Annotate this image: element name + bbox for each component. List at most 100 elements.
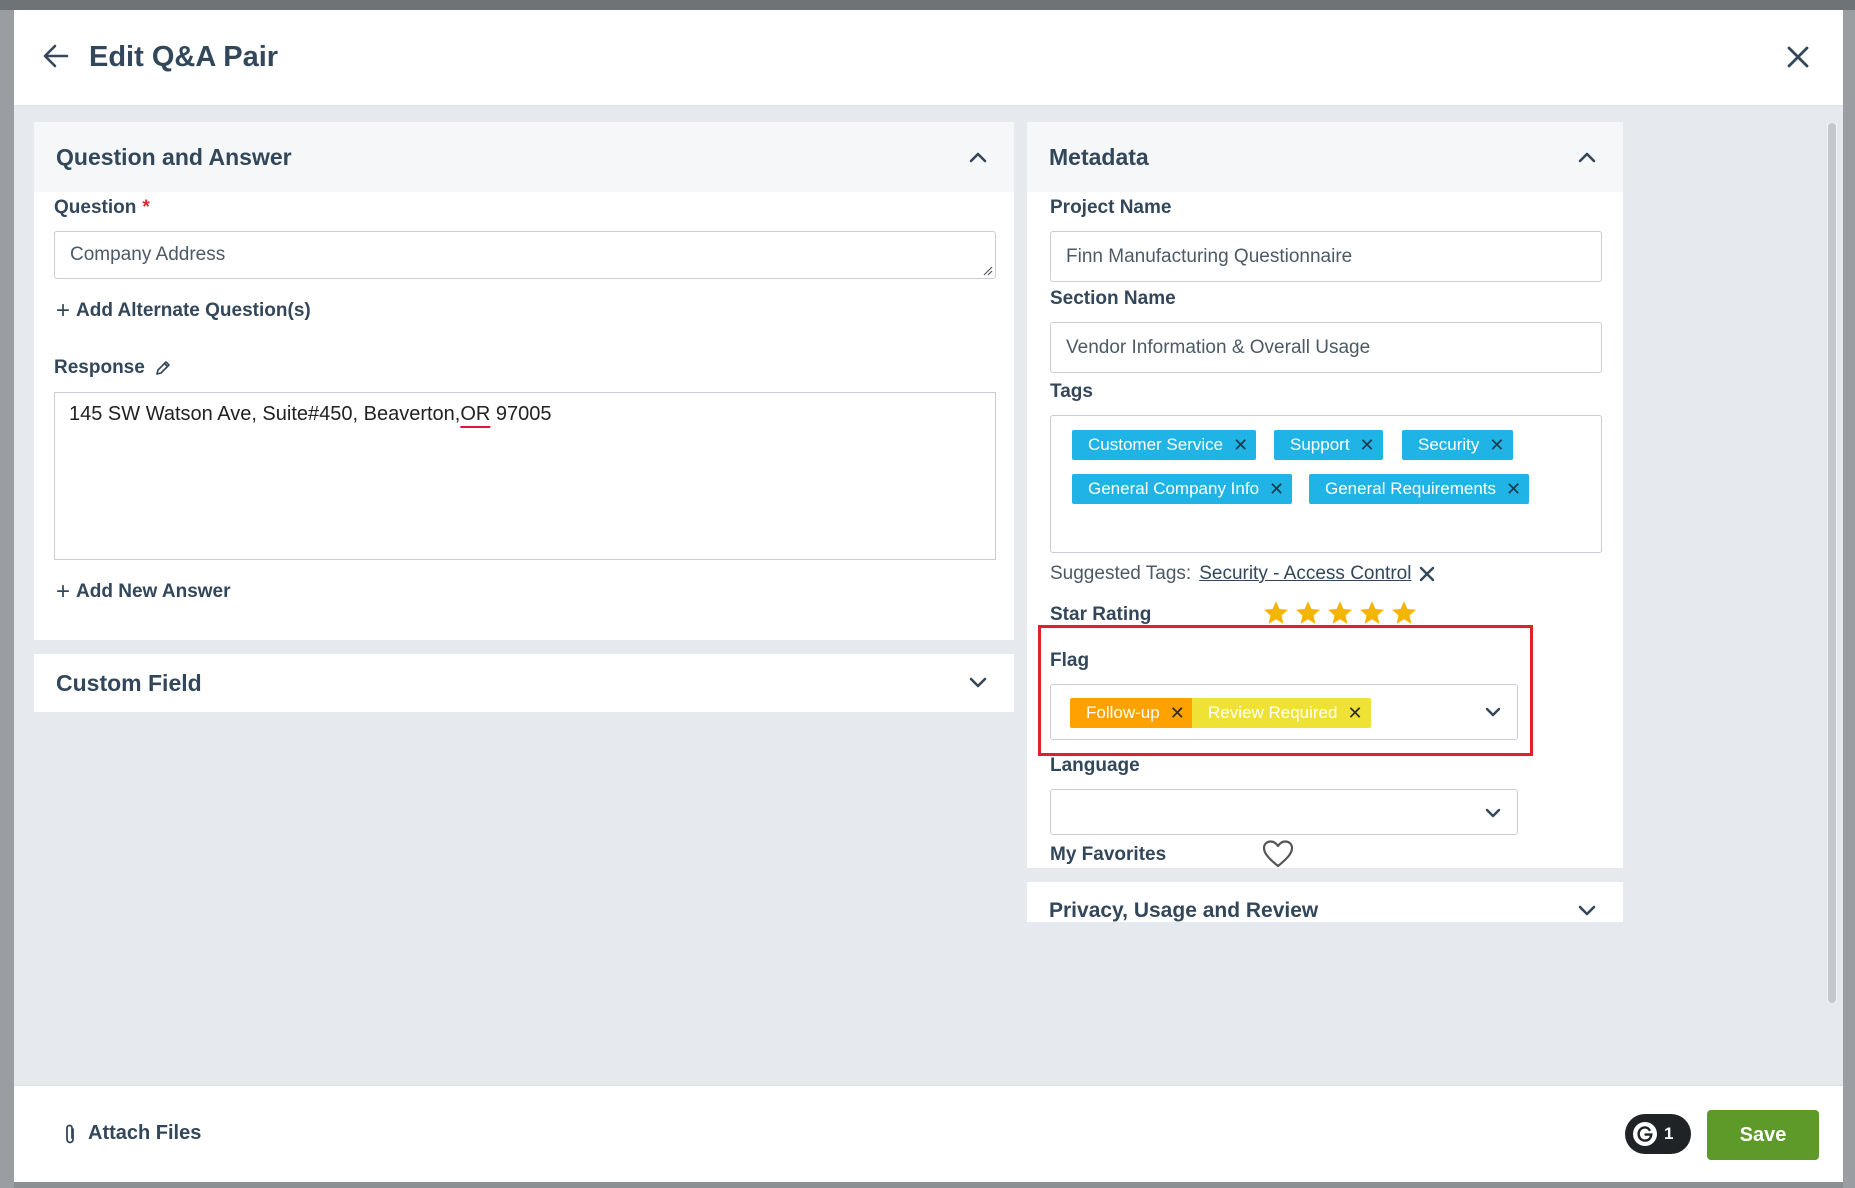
remove-flag-icon[interactable]: ✕ bbox=[1347, 703, 1362, 724]
dismiss-suggestion-icon[interactable] bbox=[1419, 566, 1435, 582]
tag-label: General Requirements bbox=[1325, 479, 1497, 498]
panel-title: Metadata bbox=[1049, 143, 1149, 170]
remove-tag-icon[interactable]: ✕ bbox=[1506, 479, 1521, 500]
flag-select[interactable]: Follow-up ✕ Review Required ✕ bbox=[1050, 684, 1518, 740]
panel-title: Privacy, Usage and Review bbox=[1049, 899, 1319, 922]
remove-tag-icon[interactable]: ✕ bbox=[1489, 435, 1504, 456]
tag-label: Security bbox=[1418, 435, 1480, 454]
panel-title: Question and Answer bbox=[56, 143, 292, 170]
back-button[interactable] bbox=[40, 40, 72, 72]
chevron-up-icon[interactable] bbox=[966, 145, 990, 169]
response-label: Response bbox=[54, 357, 171, 379]
question-answer-panel: Question and Answer Question * Company Ad… bbox=[34, 122, 1014, 640]
paperclip-icon bbox=[66, 1124, 74, 1143]
edit-qa-modal: Edit Q&A Pair Question and Answer Questi… bbox=[14, 10, 1843, 1182]
tag-label: Support bbox=[1290, 435, 1350, 454]
add-alternate-question-button[interactable]: + Add Alternate Question(s) bbox=[56, 297, 311, 324]
background-topbar bbox=[0, 0, 1855, 10]
flag-chip-review-required: Review Required ✕ bbox=[1192, 698, 1371, 728]
tag-label: Customer Service bbox=[1088, 435, 1224, 454]
flag-label-text: Follow-up bbox=[1086, 703, 1160, 722]
privacy-usage-review-panel: Privacy, Usage and Review bbox=[1027, 882, 1623, 922]
question-input[interactable]: Company Address bbox=[54, 231, 996, 279]
suggested-tags-label: Suggested Tags: bbox=[1050, 563, 1192, 584]
custom-field-header[interactable]: Custom Field bbox=[34, 654, 1014, 712]
remove-tag-icon[interactable]: ✕ bbox=[1233, 435, 1248, 456]
remove-tag-icon[interactable]: ✕ bbox=[1360, 435, 1375, 456]
question-label-text: Question bbox=[54, 197, 137, 218]
modal-header: Edit Q&A Pair bbox=[14, 10, 1843, 106]
my-favorites-label: My Favorites bbox=[1050, 844, 1167, 865]
add-alternate-label: Add Alternate Question(s) bbox=[76, 300, 311, 321]
metadata-panel: Metadata Project Name Finn Manufacturing… bbox=[1027, 122, 1623, 868]
star-icon[interactable] bbox=[1358, 599, 1386, 627]
suggested-tags: Suggested Tags: Security - Access Contro… bbox=[1050, 563, 1435, 585]
flag-label-text: Review Required bbox=[1208, 703, 1338, 722]
question-label: Question * bbox=[54, 197, 150, 219]
language-label: Language bbox=[1050, 755, 1140, 776]
section-name-value: Vendor Information & Overall Usage bbox=[1066, 336, 1371, 358]
background-left-strip bbox=[0, 10, 14, 1188]
section-name-label: Section Name bbox=[1050, 288, 1176, 309]
close-button[interactable] bbox=[1781, 40, 1815, 74]
arrow-left-icon bbox=[43, 44, 69, 68]
save-button[interactable]: Save bbox=[1707, 1110, 1819, 1160]
attach-files-label: Attach Files bbox=[88, 1122, 202, 1144]
star-icon[interactable] bbox=[1390, 599, 1418, 627]
tag-chip: General Requirements ✕ bbox=[1309, 474, 1530, 504]
chevron-down-icon[interactable] bbox=[1485, 807, 1501, 819]
project-name-field[interactable]: Finn Manufacturing Questionnaire bbox=[1050, 231, 1602, 282]
resize-grip-icon[interactable] bbox=[981, 264, 993, 276]
flag-label: Flag bbox=[1050, 650, 1090, 671]
star-icon[interactable] bbox=[1326, 599, 1354, 627]
add-answer-label: Add New Answer bbox=[76, 581, 231, 602]
question-answer-header[interactable]: Question and Answer bbox=[34, 122, 1014, 192]
attach-files-button[interactable]: Attach Files bbox=[62, 1122, 201, 1145]
grammarly-badge[interactable]: 1 bbox=[1625, 1114, 1691, 1154]
close-icon bbox=[1787, 46, 1809, 68]
response-text-end: 97005 bbox=[490, 403, 552, 425]
spellcheck-word[interactable]: OR bbox=[460, 403, 490, 425]
star-icon[interactable] bbox=[1294, 599, 1322, 627]
response-editor[interactable]: 145 SW Watson Ave, Suite#450, Beaverton,… bbox=[54, 392, 996, 560]
chevron-up-icon[interactable] bbox=[1575, 145, 1599, 169]
panel-title: Custom Field bbox=[56, 669, 202, 696]
tag-chip: Security ✕ bbox=[1402, 430, 1513, 460]
background-right-strip bbox=[1843, 10, 1855, 1188]
language-select[interactable] bbox=[1050, 789, 1518, 835]
tags-input[interactable]: Customer Service ✕ Support ✕ Security ✕ Gen… bbox=[1050, 415, 1602, 553]
tag-chip: General Company Info ✕ bbox=[1072, 474, 1293, 504]
chevron-down-icon[interactable] bbox=[1485, 706, 1501, 718]
remove-tag-icon[interactable]: ✕ bbox=[1269, 479, 1284, 500]
project-name-label: Project Name bbox=[1050, 197, 1172, 218]
remove-flag-icon[interactable]: ✕ bbox=[1170, 703, 1185, 724]
metadata-scrollbar[interactable] bbox=[1827, 123, 1837, 1003]
custom-field-panel: Custom Field bbox=[34, 654, 1014, 712]
question-value: Company Address bbox=[70, 244, 226, 265]
modal-footer: Attach Files 1 Save bbox=[14, 1085, 1843, 1182]
add-new-answer-button[interactable]: + Add New Answer bbox=[56, 578, 231, 605]
star-rating bbox=[1262, 599, 1418, 627]
modal-title: Edit Q&A Pair bbox=[89, 41, 279, 73]
plus-icon: + bbox=[56, 297, 71, 324]
suggested-tag-link[interactable]: Security - Access Control bbox=[1199, 563, 1411, 585]
heart-icon[interactable] bbox=[1262, 839, 1294, 869]
modal-body: Question and Answer Question * Company Ad… bbox=[14, 107, 1843, 1094]
scrollbar-thumb[interactable] bbox=[1828, 123, 1836, 1003]
plus-icon: + bbox=[56, 578, 71, 605]
section-name-field[interactable]: Vendor Information & Overall Usage bbox=[1050, 322, 1602, 373]
project-name-value: Finn Manufacturing Questionnaire bbox=[1066, 245, 1353, 267]
chevron-down-icon[interactable] bbox=[1575, 899, 1599, 922]
response-label-text: Response bbox=[54, 357, 145, 378]
required-marker: * bbox=[142, 197, 150, 218]
tag-label: General Company Info bbox=[1088, 479, 1260, 498]
response-text: 145 SW Watson Ave, Suite#450, Beaverton, bbox=[69, 403, 461, 425]
privacy-header[interactable]: Privacy, Usage and Review bbox=[1027, 882, 1623, 922]
metadata-header[interactable]: Metadata bbox=[1027, 122, 1623, 192]
flag-chip-follow-up: Follow-up ✕ bbox=[1070, 698, 1193, 728]
pencil-icon[interactable] bbox=[155, 360, 171, 376]
tag-chip: Support ✕ bbox=[1274, 430, 1383, 460]
tag-chip: Customer Service ✕ bbox=[1072, 430, 1257, 460]
chevron-down-icon[interactable] bbox=[966, 671, 990, 695]
star-icon[interactable] bbox=[1262, 599, 1290, 627]
